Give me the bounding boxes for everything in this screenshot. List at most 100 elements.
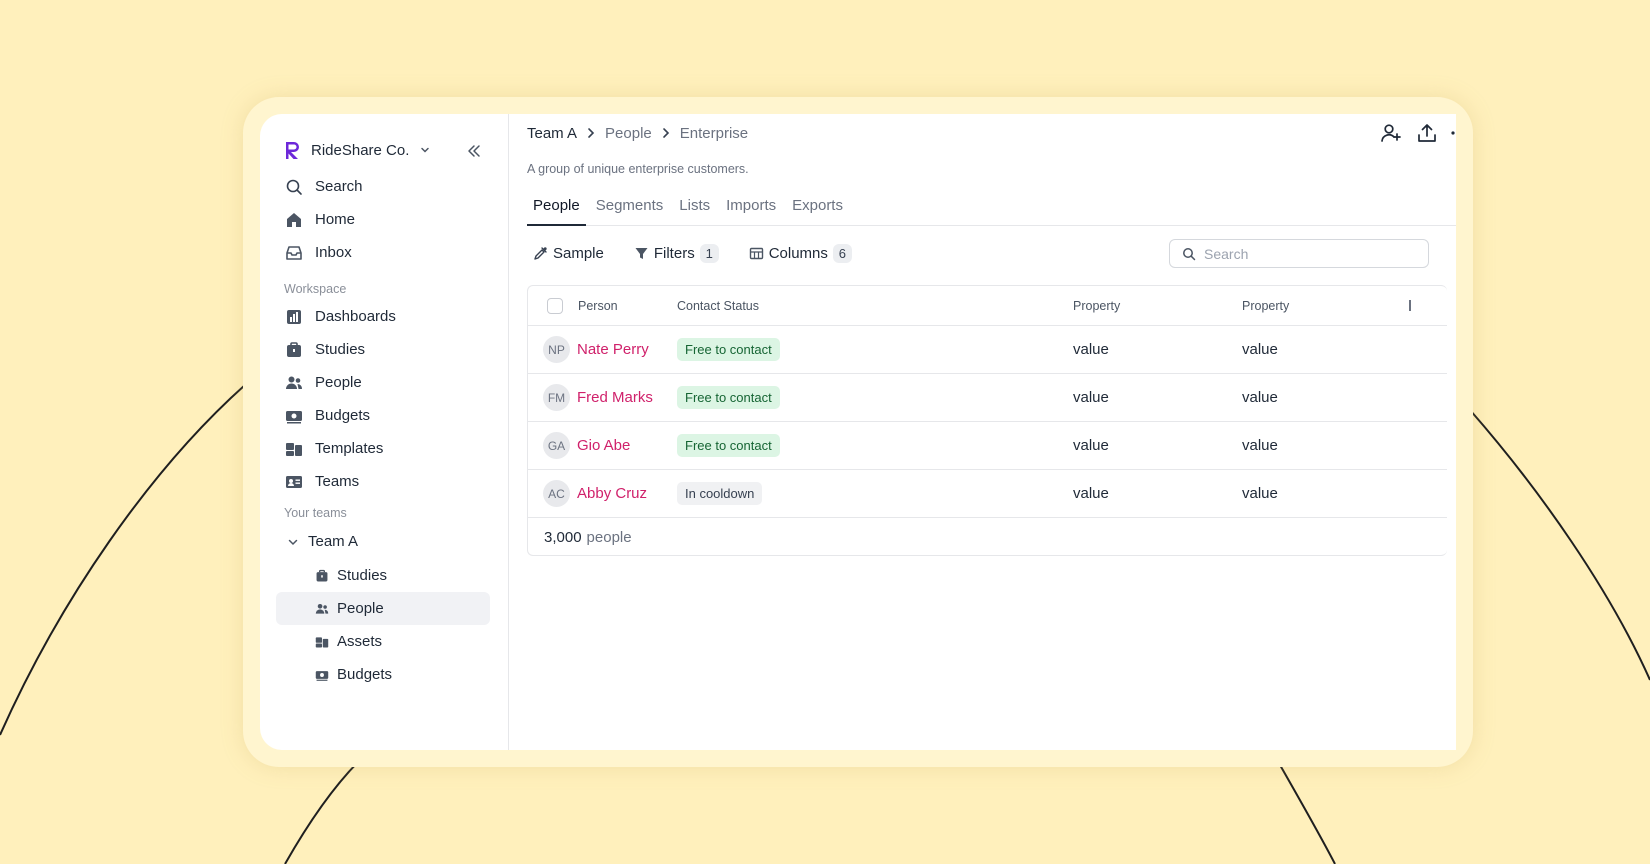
- nav-item-label: People: [315, 374, 362, 391]
- workspace-section-label: Workspace: [284, 282, 347, 296]
- column-header-person[interactable]: Person: [578, 286, 618, 325]
- breadcrumb: Team A People Enterprise: [527, 123, 748, 143]
- collapse-sidebar-icon[interactable]: [466, 143, 482, 159]
- columns-button[interactable]: Columns 6: [749, 243, 852, 263]
- person-name-link[interactable]: Nate Perry: [577, 341, 649, 358]
- column-header-overflow: [1409, 286, 1412, 325]
- tab-lists[interactable]: Lists: [673, 194, 716, 226]
- select-all-checkbox[interactable]: [547, 297, 563, 314]
- property-value: value: [1073, 341, 1109, 358]
- property-value: value: [1242, 389, 1278, 406]
- nav-item-label: Inbox: [315, 244, 352, 261]
- inbox-icon: [284, 243, 304, 263]
- team-item-label: Budgets: [337, 666, 393, 683]
- people-count: 3,000: [544, 528, 582, 546]
- status-badge: Free to contact: [677, 386, 780, 409]
- upload-icon[interactable]: [1416, 122, 1438, 144]
- nav-item-home[interactable]: Home: [284, 203, 504, 236]
- people-count-unit: people: [586, 528, 632, 546]
- chevron-down-icon: [288, 539, 298, 545]
- table-row[interactable]: GA Gio Abe Free to contact value value: [528, 422, 1447, 470]
- chevron-right-icon: [588, 128, 595, 138]
- search-icon: [284, 177, 304, 197]
- search-icon: [1183, 247, 1196, 260]
- person-name-link[interactable]: Fred Marks: [577, 389, 653, 406]
- nav-item-budgets[interactable]: Budgets: [284, 399, 504, 432]
- table-row[interactable]: FM Fred Marks Free to contact value valu…: [528, 374, 1447, 422]
- chevron-down-icon: [421, 147, 430, 153]
- home-icon: [284, 210, 304, 230]
- table-row[interactable]: AC Abby Cruz In cooldown value value: [528, 470, 1447, 518]
- sidebar: RideShare Co. Search Home Inbox Workspac…: [260, 114, 509, 750]
- table-header: Person Contact Status Property Property: [528, 286, 1447, 326]
- chevron-right-icon: [662, 128, 669, 138]
- person-name-link[interactable]: Abby Cruz: [577, 485, 647, 502]
- breadcrumb-team[interactable]: Team A: [527, 125, 577, 142]
- sample-label: Sample: [553, 244, 604, 262]
- avatar: AC: [543, 480, 570, 507]
- property-value: value: [1242, 341, 1278, 358]
- team-item-studies[interactable]: Studies: [276, 559, 490, 592]
- team-item-label: People: [337, 600, 384, 617]
- property-value: value: [1242, 437, 1278, 454]
- person-name-link[interactable]: Gio Abe: [577, 437, 630, 454]
- workspace-nav: Workspace Dashboards Studies People Budg…: [284, 278, 504, 498]
- add-user-icon[interactable]: [1380, 122, 1402, 144]
- page-description: A group of unique enterprise customers.: [527, 162, 749, 176]
- team-a-toggle[interactable]: Team A: [284, 524, 504, 559]
- assets-icon: [314, 634, 330, 650]
- filters-count-badge: 1: [699, 243, 719, 263]
- nav-item-studies[interactable]: Studies: [284, 333, 504, 366]
- team-item-budgets[interactable]: Budgets: [276, 658, 490, 691]
- team-item-assets[interactable]: Assets: [276, 625, 490, 658]
- nav-item-people[interactable]: People: [284, 366, 504, 399]
- briefcase-icon: [284, 340, 304, 360]
- tab-exports[interactable]: Exports: [786, 194, 849, 226]
- status-badge: Free to contact: [677, 338, 780, 361]
- nav-item-search[interactable]: Search: [284, 170, 504, 203]
- filters-button[interactable]: Filters 1: [634, 243, 719, 263]
- avatar: GA: [543, 432, 570, 459]
- breadcrumb-enterprise: Enterprise: [679, 124, 749, 142]
- nav-item-inbox[interactable]: Inbox: [284, 236, 504, 269]
- nav-item-templates[interactable]: Templates: [284, 432, 504, 465]
- tab-segments[interactable]: Segments: [590, 194, 670, 226]
- id-card-icon: [284, 472, 304, 492]
- breadcrumb-people[interactable]: People: [605, 125, 652, 142]
- money-icon: [314, 667, 330, 683]
- columns-icon: [749, 247, 763, 259]
- nav-item-teams[interactable]: Teams: [284, 465, 504, 498]
- column-header-contact-status[interactable]: Contact Status: [677, 286, 759, 325]
- brand-logo-icon: [286, 142, 299, 159]
- filters-label: Filters: [653, 244, 695, 262]
- brand-name: RideShare Co.: [311, 141, 410, 159]
- your-teams-nav: Your teams Team A Studies People Assets …: [276, 502, 504, 691]
- sample-button[interactable]: Sample: [533, 245, 604, 262]
- chart-icon: [284, 307, 304, 327]
- nav-item-label: Studies: [315, 341, 366, 358]
- main-content: Team A People Enterprise A group of uniq…: [509, 114, 1456, 750]
- nav-item-label: Teams: [315, 473, 360, 490]
- column-header-property[interactable]: Property: [1073, 286, 1120, 325]
- property-value: value: [1073, 389, 1109, 406]
- search-field[interactable]: [1169, 239, 1429, 268]
- table-row[interactable]: NP Nate Perry Free to contact value valu…: [528, 326, 1447, 374]
- nav-item-dashboards[interactable]: Dashboards: [284, 300, 504, 333]
- briefcase-icon: [314, 568, 330, 584]
- team-item-people[interactable]: People: [276, 592, 490, 625]
- tab-imports[interactable]: Imports: [720, 194, 782, 226]
- nav-item-label: Templates: [315, 440, 384, 457]
- avatar: FM: [543, 384, 570, 411]
- columns-count-badge: 6: [832, 243, 852, 263]
- your-teams-section-label: Your teams: [284, 506, 347, 520]
- status-badge: In cooldown: [677, 482, 763, 505]
- nav-item-label: Home: [315, 211, 356, 228]
- more-icon[interactable]: [1450, 122, 1456, 144]
- search-input[interactable]: [1204, 245, 1404, 262]
- tab-people[interactable]: People: [527, 194, 586, 226]
- avatar: NP: [543, 336, 570, 363]
- column-header-property[interactable]: Property: [1242, 286, 1289, 325]
- table-footer: 3,000 people: [528, 518, 1447, 556]
- money-icon: [284, 406, 304, 426]
- workspace-switcher[interactable]: RideShare Co.: [284, 140, 431, 160]
